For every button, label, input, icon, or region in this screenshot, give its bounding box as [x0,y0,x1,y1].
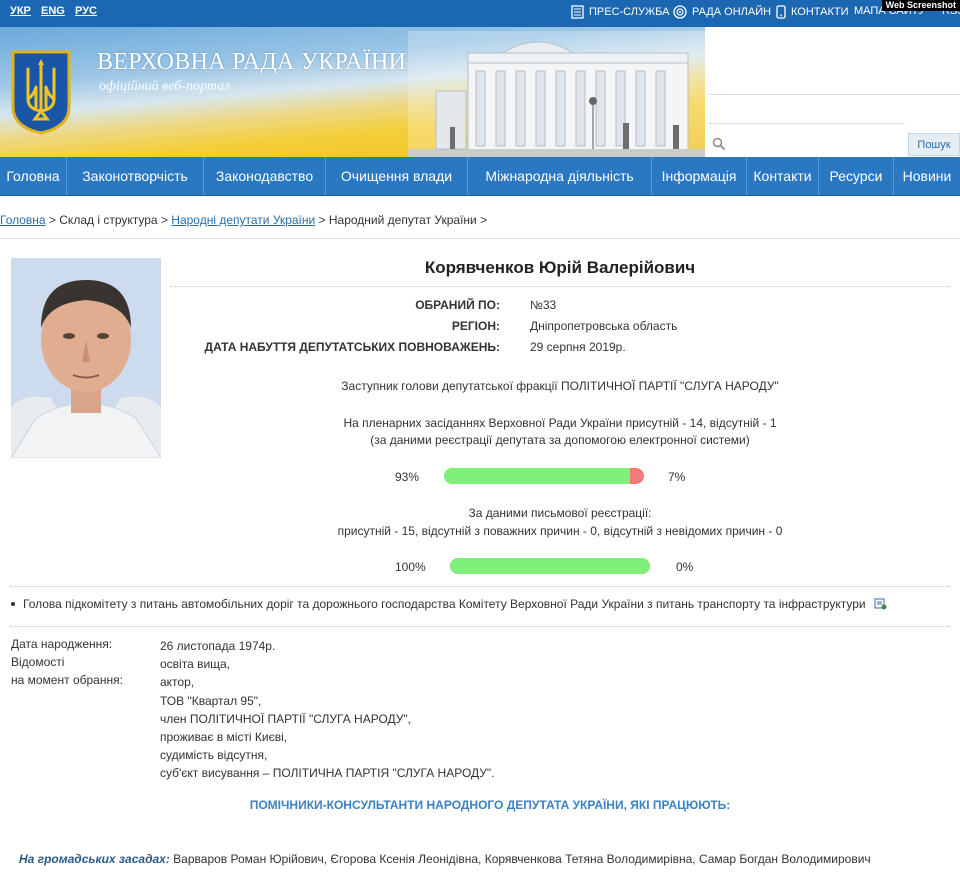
info-value: Дніпропетровська область [530,319,678,333]
bio-line: ТОВ "Квартал 95", [160,693,262,708]
document-link-icon[interactable] [874,598,887,610]
site-title[interactable]: ВЕРХОВНА РАДА УКРАЇНИ [97,49,406,76]
deputy-photo [11,258,161,458]
section-divider [10,586,950,587]
birth-value: 26 листопада 1974р. [160,639,276,653]
info-row-mandate-date: ДАТА НАБУТТЯ ДЕПУТАТСЬКИХ ПОВНОВАЖЕНЬ: 2… [170,340,950,356]
electronic-present-pct: 93% [395,470,420,484]
bio-line: проживає в місті Києві, [160,730,288,745]
info-row-region: РЕГІОН: Дніпропетровська область [170,319,950,335]
breadcrumb: Головна > Склад і структура > Народні де… [0,213,487,227]
lang-rus-link[interactable]: РУС [75,5,97,17]
search-input[interactable] [728,133,905,155]
written-present-fill [450,558,650,574]
birth-label: Дата народження: [11,637,113,651]
info-row-district: ОБРАНИЙ ПО: №33 [170,298,950,314]
content-frame [0,238,960,239]
nav-item-legislation[interactable]: Законодавство [204,157,326,195]
deputy-name: Корявченков Юрій Валерійович [424,258,696,277]
bio-label-line1: Відомості [11,655,65,669]
nav-item-news[interactable]: Новини [894,157,960,195]
bio-line: освіта вища, [160,657,231,672]
breadcrumb-current: > Народний депутат України > [315,213,488,227]
contacts-top-label: КОНТАКТИ [791,6,849,18]
name-divider [170,286,950,287]
electronic-present-fill [444,468,630,484]
committee-text: Голова підкомітету з питань автомобільни… [23,597,866,611]
assistants-names: Варваров Роман Юрійович, Єгорова Ксенія … [169,852,871,866]
written-attendance-title: За даними письмової реєстрації: [468,506,652,520]
breadcrumb-home-link[interactable]: Головна [0,213,46,227]
assistants-title: ПОМІЧНИКИ-КОНСУЛЬТАНТИ НАРОДНОГО ДЕПУТАТ… [249,798,731,812]
site-subtitle: офіційний веб-портал [99,79,231,94]
rada-online-label: РАДА ОНЛАЙН [692,6,772,18]
breadcrumb-separator: > Склад і структура > [45,213,172,227]
nav-item-resources[interactable]: Ресурси [819,157,894,195]
info-label: ДАТА НАБУТТЯ ДЕПУТАТСЬКИХ ПОВНОВАЖЕНЬ: [204,340,500,354]
bio-values: 26 листопада 1974р. освіта вища, актор, … [160,637,495,783]
electronic-attendance-text: На пленарних засіданнях Верховної Ради У… [343,416,777,430]
written-attendance-bar [450,558,650,574]
lang-ukr-link[interactable]: УКР [10,5,31,17]
assistants-list: На громадських засадах: Варваров Роман Ю… [19,852,871,866]
press-service-label: ПРЕС-СЛУЖБА [589,6,670,18]
written-attendance-text: присутній - 15, відсутній з поважних при… [337,524,783,538]
contacts-top-link[interactable]: КОНТАКТИ [776,5,849,19]
breadcrumb-deputies-link[interactable]: Народні депутати України [171,213,315,227]
newspaper-icon [571,5,584,19]
bio-line: суб'єкт висування – ПОЛІТИЧНА ПАРТІЯ "СЛ… [160,766,495,781]
site-header: ВЕРХОВНА РАДА УКРАЇНИ офіційний веб-порт… [0,27,960,157]
top-bar: УКР ENG РУС ПРЕС-СЛУЖБА РАДА ОНЛАЙН КОНТ… [0,0,960,27]
section-divider [10,626,950,627]
electronic-attendance-note: (за даними реєстрації депутата за допомо… [370,433,750,447]
nav-item-international[interactable]: Міжнародна діяльність [468,157,652,195]
parliament-building-image [408,31,705,157]
nav-item-lawmaking[interactable]: Законотворчість [67,157,204,195]
phone-icon [776,5,786,19]
header-banner: ВЕРХОВНА РАДА УКРАЇНИ офіційний веб-порт… [0,27,705,157]
committee-item: Голова підкомітету з питань автомобільни… [11,597,887,611]
bio-line: актор, [160,675,195,690]
watermark-badge: Web Screenshot [881,0,960,11]
press-service-link[interactable]: ПРЕС-СЛУЖБА [571,5,669,19]
coat-of-arms-icon[interactable] [10,49,72,135]
rada-online-link[interactable]: РАДА ОНЛАЙН [673,5,771,19]
bio-label-line2: на момент обрання: [11,673,123,687]
search-divider-line [708,123,905,124]
nav-item-information[interactable]: Інформація [652,157,747,195]
nav-item-lustration[interactable]: Очищення влади [326,157,468,195]
written-absent-pct: 0% [676,560,694,574]
electronic-absent-pct: 7% [668,470,686,484]
search-icon [712,137,726,151]
nav-item-home[interactable]: Головна [0,157,67,195]
info-value: 29 серпня 2019р. [530,340,626,354]
bio-line: судимість відсутня, [160,748,268,763]
electronic-attendance-bar [444,468,644,484]
search-button[interactable]: Пошук [908,133,960,156]
bullet-icon [11,602,15,606]
faction-position: Заступник голови депутатської фракції ПО… [341,379,779,393]
info-label: РЕГІОН: [451,319,500,333]
nav-item-contacts[interactable]: Контакти [747,157,819,195]
bio-line: член ПОЛІТИЧНОЇ ПАРТІЇ "СЛУГА НАРОДУ", [160,711,411,726]
main-nav: Головна Законотворчість Законодавство Оч… [0,157,960,196]
header-divider-line [708,94,960,95]
info-label: ОБРАНИЙ ПО: [415,298,500,312]
written-present-pct: 100% [395,560,426,574]
lang-eng-link[interactable]: ENG [41,5,65,17]
broadcast-icon [673,5,687,19]
assistants-label: На громадських засадах: [19,852,170,866]
info-value: №33 [530,298,557,312]
